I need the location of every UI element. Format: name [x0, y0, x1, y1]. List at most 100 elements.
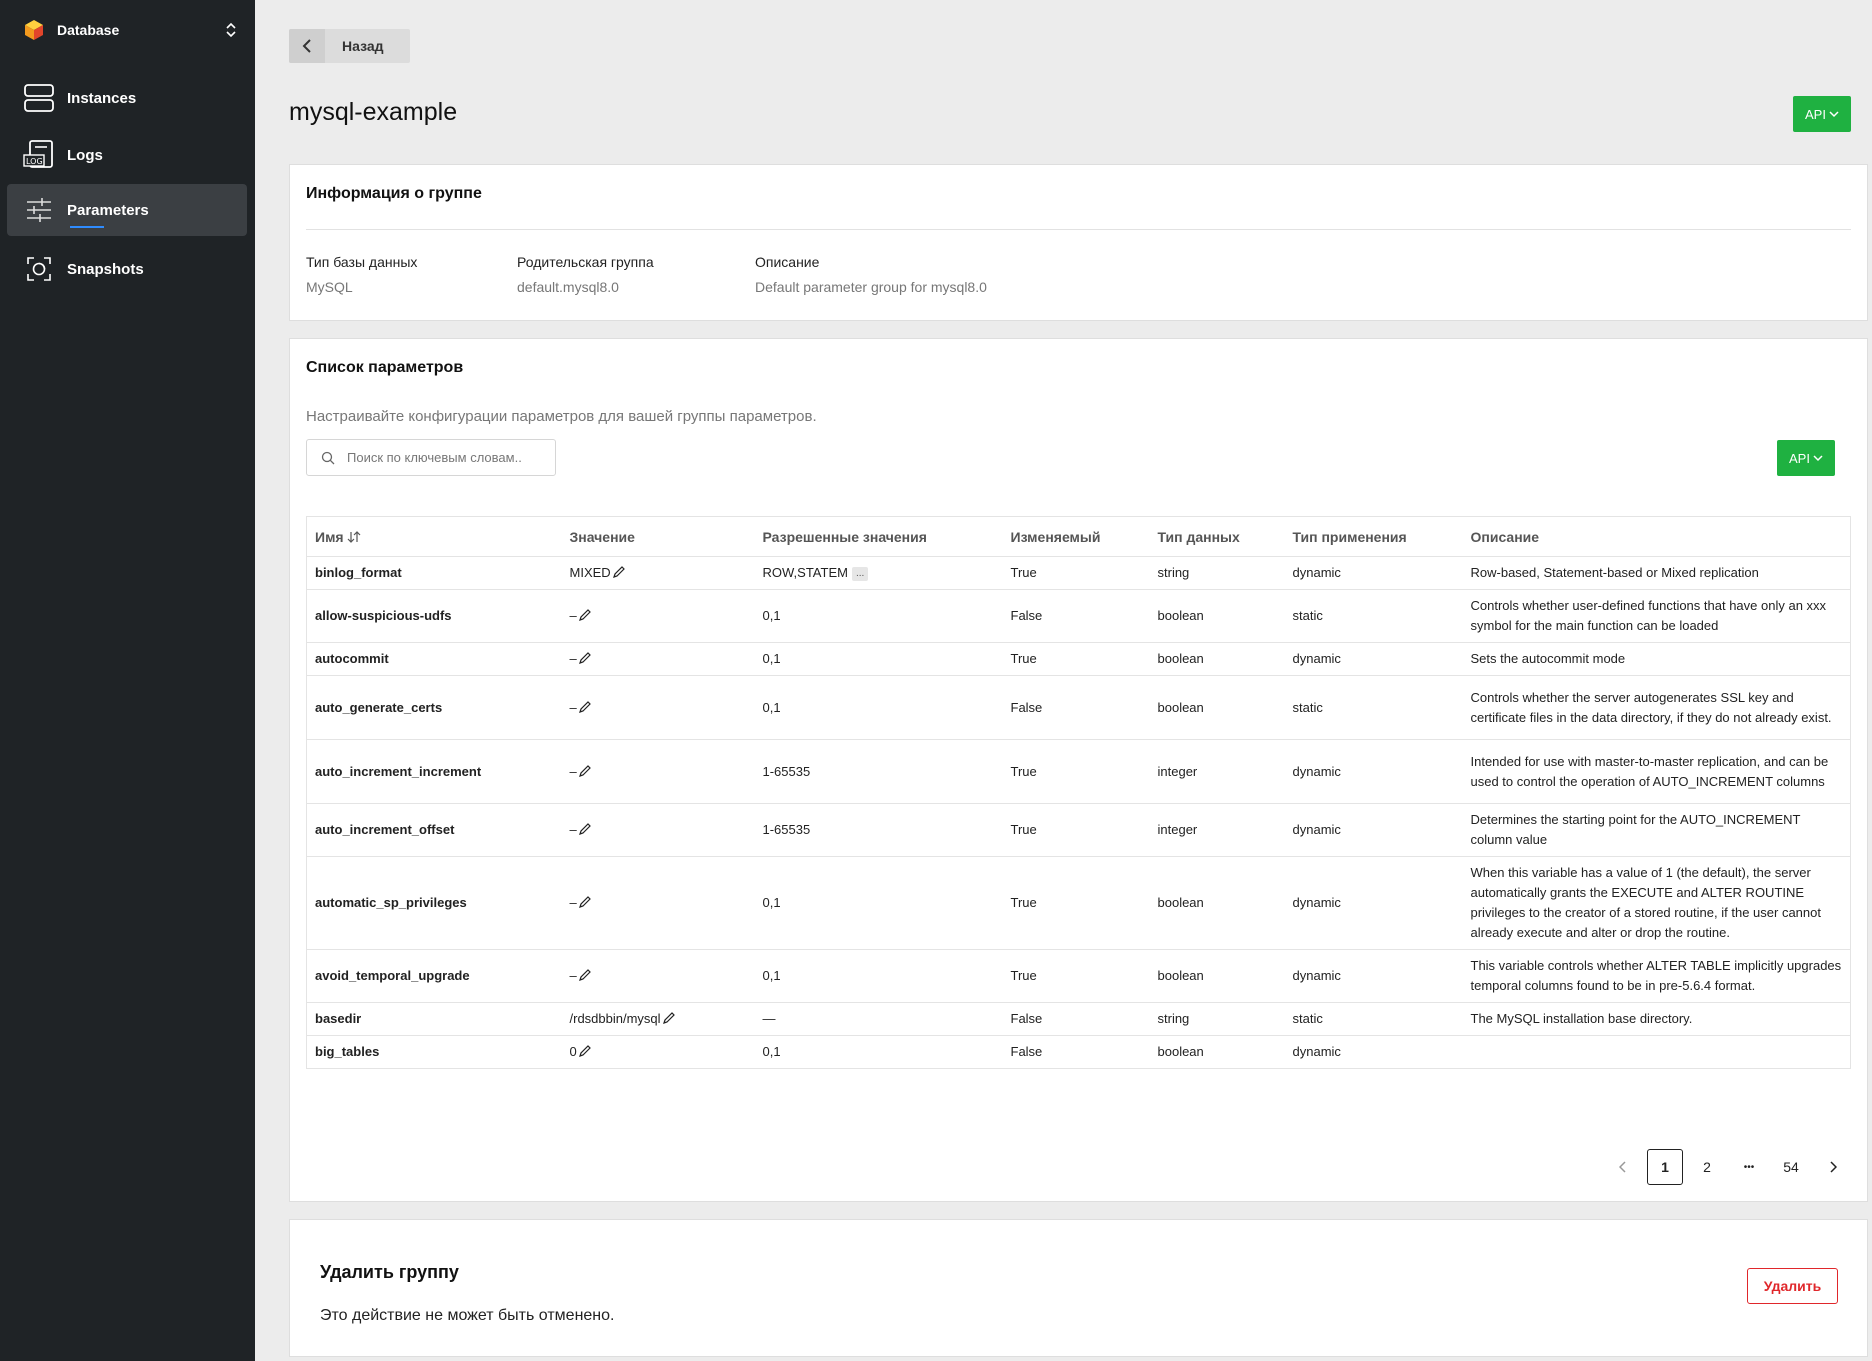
param-datatype: boolean — [1149, 949, 1285, 1003]
param-datatype: string — [1149, 556, 1285, 590]
group-info-card: Информация о группе Тип базы данных MySQ… — [289, 164, 1868, 321]
page-2[interactable]: 2 — [1689, 1149, 1725, 1185]
param-datatype: string — [1149, 1002, 1285, 1036]
service-switcher[interactable]: Database — [22, 16, 238, 44]
param-value-cell: /rdsdbbin/mysql — [561, 1002, 755, 1036]
param-allowed: 0,1 — [762, 608, 781, 623]
param-apply-type: dynamic — [1284, 556, 1463, 590]
search-box[interactable] — [306, 439, 556, 476]
param-name: auto_increment_increment — [306, 739, 562, 804]
chevron-down-icon — [1813, 454, 1823, 461]
parameters-table: Имя Значение Разрешенные значения Изменя… — [306, 516, 1851, 1069]
chevron-left-icon — [289, 29, 325, 63]
edit-pencil-icon[interactable] — [578, 895, 592, 909]
param-description: Row-based, Statement-based or Mixed repl… — [1462, 556, 1851, 590]
param-value: 0 — [569, 1044, 577, 1059]
param-value: – — [569, 608, 577, 623]
param-allowed: 0,1 — [762, 1044, 781, 1059]
edit-pencil-icon[interactable] — [578, 651, 592, 665]
edit-pencil-icon[interactable] — [578, 1044, 592, 1058]
param-value: – — [569, 822, 577, 837]
description-value: Default parameter group for mysql8.0 — [755, 279, 987, 295]
log-file-icon: LOG — [23, 139, 55, 171]
back-label: Назад — [342, 38, 384, 54]
page-54[interactable]: 54 — [1773, 1149, 1809, 1185]
param-name: autocommit — [306, 642, 562, 676]
param-allowed: 0,1 — [762, 651, 781, 666]
param-allowed-cell: 0,1 — [754, 1035, 1003, 1069]
param-name: avoid_temporal_upgrade — [306, 949, 562, 1003]
param-description: Controls whether user-defined functions … — [1462, 589, 1851, 643]
edit-pencil-icon[interactable] — [662, 1011, 676, 1025]
param-allowed: 1-65535 — [762, 763, 811, 779]
param-value-cell: – — [561, 675, 755, 740]
param-value: – — [569, 968, 577, 983]
api-dropdown-button[interactable]: API — [1777, 440, 1835, 476]
page-ellipsis[interactable]: ••• — [1731, 1149, 1767, 1185]
more-values-tag[interactable]: ... — [851, 567, 869, 581]
back-button[interactable]: Назад — [289, 29, 410, 63]
param-description — [1462, 1035, 1851, 1069]
param-value: – — [569, 895, 577, 910]
param-value-cell: – — [561, 803, 755, 857]
edit-pencil-icon[interactable] — [578, 608, 592, 622]
param-modifiable: False — [1002, 1002, 1150, 1036]
sidebar-item-snapshots[interactable]: Snapshots — [7, 243, 247, 295]
param-modifiable: True — [1002, 739, 1150, 804]
sidebar-item-parameters[interactable]: Parameters — [7, 184, 247, 236]
param-value-cell: – — [561, 642, 755, 676]
sidebar-item-instances[interactable]: Instances — [7, 72, 247, 124]
param-apply-type: dynamic — [1284, 1035, 1463, 1069]
param-allowed-cell: 0,1 — [754, 642, 1003, 676]
delete-group-description: Это действие не может быть отменено. — [320, 1307, 615, 1324]
sidebar-item-label: Snapshots — [67, 260, 144, 278]
column-header-allowed: Разрешенные значения — [754, 516, 1003, 557]
api-dropdown-button[interactable]: API — [1793, 96, 1851, 132]
param-description: Controls whether the server autogenerate… — [1462, 675, 1851, 740]
param-value-cell: – — [561, 589, 755, 643]
param-allowed-cell: 1-65535 — [754, 739, 1003, 804]
parameters-subtitle: Настраивайте конфигурации параметров для… — [306, 408, 817, 425]
parent-group-value: default.mysql8.0 — [517, 279, 619, 295]
prev-page-icon[interactable] — [1605, 1149, 1641, 1185]
sort-icon[interactable] — [347, 530, 361, 543]
table-row: automatic_sp_privileges – 0,1 True boolean dy… — [306, 856, 1851, 950]
sidebar: Database Instances LOG Logs Parameters S… — [0, 0, 255, 1361]
param-description: This variable controls whether ALTER TAB… — [1462, 949, 1851, 1003]
param-value: /rdsdbbin/mysql — [569, 1011, 661, 1026]
param-allowed-cell: 0,1 — [754, 589, 1003, 643]
table-row: avoid_temporal_upgrade – 0,1 True boolean dyn… — [306, 949, 1851, 1003]
param-datatype: boolean — [1149, 642, 1285, 676]
column-header-datatype: Тип данных — [1149, 516, 1285, 557]
delete-button[interactable]: Удалить — [1747, 1268, 1838, 1304]
edit-pencil-icon[interactable] — [578, 764, 592, 778]
table-row: auto_increment_offset – 1-65535 True integer… — [306, 803, 1851, 857]
param-value-cell: MIXED — [561, 556, 755, 590]
edit-pencil-icon[interactable] — [578, 968, 592, 982]
next-page-icon[interactable] — [1815, 1149, 1851, 1185]
api-label: API — [1789, 450, 1810, 466]
param-modifiable: False — [1002, 589, 1150, 643]
param-apply-type: dynamic — [1284, 856, 1463, 950]
sliders-icon — [23, 194, 55, 226]
param-allowed-cell: ROW,STATEM... — [754, 556, 1003, 590]
param-value-cell: – — [561, 856, 755, 950]
edit-pencil-icon[interactable] — [578, 700, 592, 714]
param-allowed: 0,1 — [762, 968, 781, 983]
param-apply-type: static — [1284, 1002, 1463, 1036]
search-input[interactable] — [347, 450, 547, 465]
edit-pencil-icon[interactable] — [578, 822, 592, 836]
description-field: Описание Default parameter group for mys… — [755, 254, 987, 295]
edit-pencil-icon[interactable] — [612, 565, 626, 579]
param-name: binlog_format — [306, 556, 562, 590]
param-value: MIXED — [569, 565, 611, 580]
sidebar-item-logs[interactable]: LOG Logs — [7, 129, 247, 181]
column-header-name[interactable]: Имя — [306, 516, 562, 557]
divider — [306, 229, 1851, 230]
param-modifiable: True — [1002, 556, 1150, 590]
page-1[interactable]: 1 — [1647, 1149, 1683, 1185]
sidebar-item-label: Instances — [67, 89, 137, 107]
param-allowed-cell: 0,1 — [754, 949, 1003, 1003]
param-allowed-cell: 0,1 — [754, 675, 1003, 740]
parameters-card: Список параметров Настраивайте конфигура… — [289, 338, 1868, 1202]
